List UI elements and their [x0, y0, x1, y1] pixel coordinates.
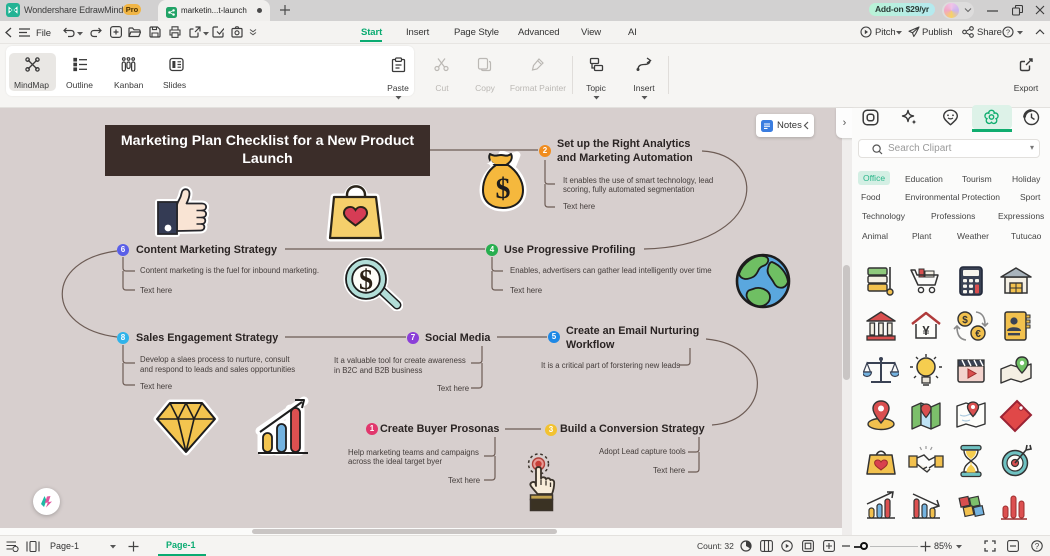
- svg-text:$: $: [496, 172, 511, 205]
- svg-text:$: $: [359, 265, 373, 296]
- svg-text:€: €: [975, 329, 981, 340]
- svg-text:?: ?: [1035, 542, 1040, 551]
- svg-text:$: $: [962, 315, 968, 326]
- svg-text:¥: ¥: [922, 323, 930, 338]
